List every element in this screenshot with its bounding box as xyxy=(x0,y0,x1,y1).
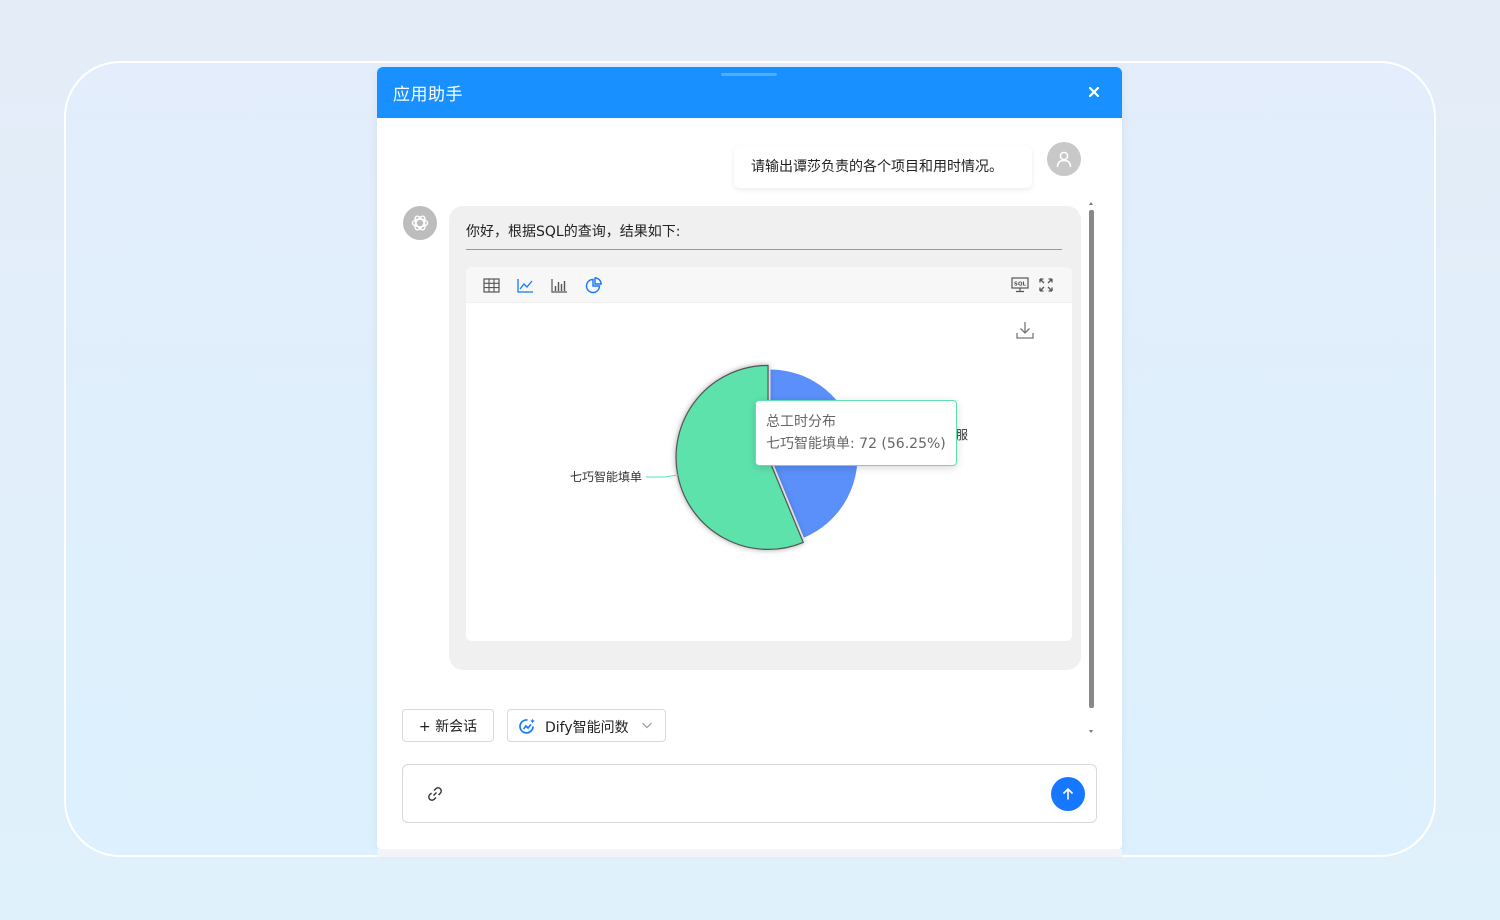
chart-tooltip: 总工时分布 七巧智能填单: 72 (56.25%) xyxy=(755,400,957,466)
send-button[interactable] xyxy=(1051,777,1085,811)
openai-logo-icon xyxy=(411,215,429,231)
mode-label: Dify智能问数 xyxy=(545,720,629,736)
arrow-up-icon xyxy=(1062,787,1074,800)
bar-chart-button[interactable] xyxy=(550,276,568,294)
divider xyxy=(466,249,1062,250)
scroll-up-arrow[interactable] xyxy=(1089,202,1093,205)
scroll-thumb[interactable] xyxy=(1089,210,1094,708)
chat-scrollbar[interactable] xyxy=(1088,202,1094,733)
pie-label-slice-1: 七巧智能填单 xyxy=(570,469,642,484)
bot-message: 你好，根据SQL的查询，结果如下: SQL 七巧智能填单 服 总工时分布 七巧智… xyxy=(449,206,1081,670)
message-input-box[interactable] xyxy=(402,764,1097,823)
new-chat-button[interactable]: + 新会话 xyxy=(402,709,494,742)
scroll-down-arrow[interactable] xyxy=(1089,730,1093,733)
bot-message-text: 你好，根据SQL的查询，结果如下: xyxy=(466,224,681,240)
close-icon xyxy=(1088,86,1100,98)
link-icon[interactable] xyxy=(427,786,443,802)
chat-area: 请输出谭莎负责的各个项目和用时情况。 你好，根据SQL的查询，结果如下: SQL… xyxy=(377,118,1122,733)
dialog-header[interactable]: 应用助手 xyxy=(377,67,1122,118)
fullscreen-button[interactable] xyxy=(1037,276,1055,294)
assistant-dialog: 应用助手 请输出谭莎负责的各个项目和用时情况。 你好，根据SQL的查询，结果如下… xyxy=(377,67,1122,849)
result-panel: SQL 七巧智能填单 服 总工时分布 七巧智能填单: 72 (56.25%) xyxy=(466,267,1072,641)
sql-button[interactable]: SQL xyxy=(1011,276,1029,294)
pie-label-slice-0: 服 xyxy=(956,428,968,442)
bar-chart-icon xyxy=(550,278,567,293)
user-message: 请输出谭莎负责的各个项目和用时情况。 xyxy=(734,146,1032,188)
close-button[interactable] xyxy=(1084,82,1104,102)
svg-text:SQL: SQL xyxy=(1014,282,1027,288)
sql-icon: SQL xyxy=(1011,277,1029,293)
ai-chart-icon xyxy=(519,718,535,734)
tooltip-title: 总工时分布 xyxy=(766,414,836,430)
pie-chart-button[interactable] xyxy=(584,276,602,294)
table-view-button[interactable] xyxy=(482,276,500,294)
message-input[interactable] xyxy=(457,780,1021,810)
line-chart-icon xyxy=(516,278,533,293)
chevron-down-icon xyxy=(642,722,652,729)
fullscreen-icon xyxy=(1039,278,1053,292)
line-chart-button[interactable] xyxy=(516,276,534,294)
pie-chart-icon xyxy=(585,276,602,293)
tooltip-value: 七巧智能填单: 72 (56.25%) xyxy=(766,436,946,452)
pie-svg[interactable]: 七巧智能填单 服 xyxy=(466,303,1072,641)
dialog-title: 应用助手 xyxy=(393,85,463,105)
table-icon xyxy=(482,277,500,293)
bottom-strip xyxy=(377,849,1122,857)
result-toolbar: SQL xyxy=(466,267,1072,303)
pie-chart[interactable]: 七巧智能填单 服 总工时分布 七巧智能填单: 72 (56.25%) xyxy=(466,303,1072,641)
mode-select[interactable]: Dify智能问数 xyxy=(507,709,666,742)
drag-handle[interactable] xyxy=(721,73,777,76)
label-line-slice-1 xyxy=(646,474,679,478)
bot-avatar xyxy=(403,206,437,240)
user-avatar xyxy=(1047,142,1081,176)
user-icon xyxy=(1056,151,1072,168)
